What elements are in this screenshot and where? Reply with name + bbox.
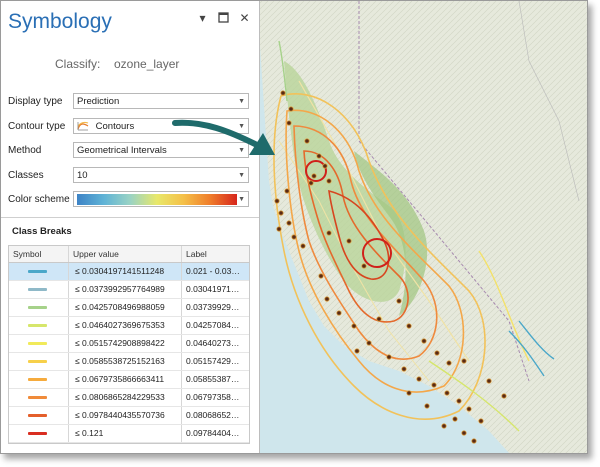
table-body: ≤ 0.0304197141511248 0.021 - 0.03… ≤ 0.037… — [9, 263, 249, 443]
chevron-down-icon: ▼ — [238, 196, 245, 203]
chevron-down-icon: ▼ — [238, 147, 245, 154]
screenshot-frame: Symbology ▾ ✕ Classify: ozone_layer Disp… — [0, 0, 588, 454]
method-label: Method — [8, 145, 42, 156]
contours-icon — [77, 121, 89, 131]
classes-label: Classes — [8, 170, 44, 181]
class-breaks-title: Class Breaks — [12, 226, 72, 237]
symbol-cell[interactable] — [9, 281, 69, 298]
line-symbol-swatch — [28, 414, 47, 417]
label-cell[interactable]: 0.05855387… — [182, 371, 249, 388]
close-icon[interactable]: ✕ — [238, 11, 251, 25]
column-header-symbol[interactable]: Symbol — [9, 246, 69, 262]
contour-type-row: Contour type Contours ▼ — [8, 118, 252, 136]
table-row[interactable]: ≤ 0.0585538725152163 0.05157429… — [9, 353, 249, 371]
line-symbol-swatch — [28, 288, 47, 291]
table-header: Symbol Upper value Label — [9, 246, 249, 263]
label-cell[interactable]: 0.03041971… — [182, 281, 249, 298]
table-row[interactable]: ≤ 0.0806865284229533 0.06797358… — [9, 389, 249, 407]
symbol-cell[interactable] — [9, 353, 69, 370]
upper-value-cell[interactable]: ≤ 0.0806865284229533 — [69, 389, 182, 406]
line-symbol-swatch — [28, 360, 47, 363]
method-dropdown[interactable]: Geometrical Intervals ▼ — [73, 142, 249, 158]
color-scheme-row: Color scheme ▼ — [8, 191, 252, 209]
display-type-dropdown[interactable]: Prediction ▼ — [73, 93, 249, 109]
color-scheme-label: Color scheme — [8, 194, 70, 205]
classify-field: ozone_layer — [114, 57, 180, 71]
table-row[interactable]: ≤ 0.0464027369675353 0.04257084… — [9, 317, 249, 335]
symbol-cell[interactable] — [9, 299, 69, 316]
pane-window-controls: ▾ ✕ — [196, 11, 251, 25]
label-cell[interactable]: 0.04640273… — [182, 335, 249, 352]
label-cell[interactable]: 0.04257084… — [182, 317, 249, 334]
symbol-cell[interactable] — [9, 263, 69, 280]
symbol-cell[interactable] — [9, 407, 69, 424]
line-symbol-swatch — [28, 270, 47, 273]
label-cell[interactable]: 0.03739929… — [182, 299, 249, 316]
label-cell[interactable]: 0.05157429… — [182, 353, 249, 370]
table-row[interactable]: ≤ 0.0978440435570736 0.08068652… — [9, 407, 249, 425]
table-row[interactable]: ≤ 0.0515742908898422 0.04640273… — [9, 335, 249, 353]
pane-menu-icon[interactable]: ▾ — [196, 11, 209, 25]
label-cell[interactable]: 0.08068652… — [182, 407, 249, 424]
upper-value-cell[interactable]: ≤ 0.0425708496988059 — [69, 299, 182, 316]
classify-label: Classify: — [55, 57, 101, 71]
ozone-contour-map — [259, 1, 587, 453]
line-symbol-swatch — [28, 306, 47, 309]
label-cell[interactable]: 0.06797358… — [182, 389, 249, 406]
table-row[interactable]: ≤ 0.0425708496988059 0.03739929… — [9, 299, 249, 317]
symbol-cell[interactable] — [9, 425, 69, 442]
symbol-cell[interactable] — [9, 371, 69, 388]
line-symbol-swatch — [28, 378, 47, 381]
color-ramp — [77, 194, 237, 205]
maximize-icon[interactable] — [217, 11, 230, 24]
symbol-cell[interactable] — [9, 335, 69, 352]
upper-value-cell[interactable]: ≤ 0.121 — [69, 425, 182, 442]
pane-title: Symbology — [8, 10, 112, 33]
upper-value-cell[interactable]: ≤ 0.0585538725152163 — [69, 353, 182, 370]
line-symbol-swatch — [28, 342, 47, 345]
upper-value-cell[interactable]: ≤ 0.0515742908898422 — [69, 335, 182, 352]
color-scheme-dropdown[interactable]: ▼ — [73, 191, 249, 207]
label-cell[interactable]: 0.09784404… — [182, 425, 249, 442]
table-row[interactable]: ≤ 0.0304197141511248 0.021 - 0.03… — [9, 263, 249, 281]
upper-value-cell[interactable]: ≤ 0.0373992957764989 — [69, 281, 182, 298]
method-row: Method Geometrical Intervals ▼ — [8, 142, 252, 160]
display-type-row: Display type Prediction ▼ — [8, 93, 252, 111]
display-type-label: Display type — [8, 96, 63, 107]
classes-value: 10 — [77, 170, 88, 181]
contour-type-label: Contour type — [8, 121, 66, 132]
chevron-down-icon: ▼ — [238, 98, 245, 105]
upper-value-cell[interactable]: ≤ 0.0978440435570736 — [69, 407, 182, 424]
display-type-value: Prediction — [77, 96, 120, 107]
table-row[interactable]: ≤ 0.121 0.09784404… — [9, 425, 249, 443]
upper-value-cell[interactable]: ≤ 0.0464027369675353 — [69, 317, 182, 334]
table-row[interactable]: ≤ 0.0679735866663411 0.05855387… — [9, 371, 249, 389]
symbol-cell[interactable] — [9, 317, 69, 334]
classes-dropdown[interactable]: 10 ▼ — [73, 167, 249, 183]
line-symbol-swatch — [28, 396, 47, 399]
chevron-down-icon: ▼ — [238, 172, 245, 179]
upper-value-cell[interactable]: ≤ 0.0304197141511248 — [69, 263, 182, 280]
classes-row: Classes 10 ▼ — [8, 167, 252, 185]
symbol-cell[interactable] — [9, 389, 69, 406]
line-symbol-swatch — [28, 324, 47, 327]
upper-value-cell[interactable]: ≤ 0.0679735866663411 — [69, 371, 182, 388]
contour-type-value: Contours — [95, 121, 135, 132]
line-symbol-swatch — [28, 432, 47, 435]
label-cell[interactable]: 0.021 - 0.03… — [182, 263, 249, 280]
column-header-label[interactable]: Label — [182, 246, 249, 262]
map-view[interactable] — [259, 1, 587, 453]
class-breaks-table: Symbol Upper value Label ≤ 0.03041971415… — [8, 245, 250, 444]
column-header-upper-value[interactable]: Upper value — [69, 246, 182, 262]
table-row[interactable]: ≤ 0.0373992957764989 0.03041971… — [9, 281, 249, 299]
chevron-down-icon: ▼ — [238, 123, 245, 130]
method-value: Geometrical Intervals — [77, 145, 167, 156]
contour-type-dropdown[interactable]: Contours ▼ — [73, 118, 249, 134]
symbology-pane: Symbology ▾ ✕ Classify: ozone_layer Disp… — [1, 1, 260, 453]
section-divider — [1, 217, 259, 218]
